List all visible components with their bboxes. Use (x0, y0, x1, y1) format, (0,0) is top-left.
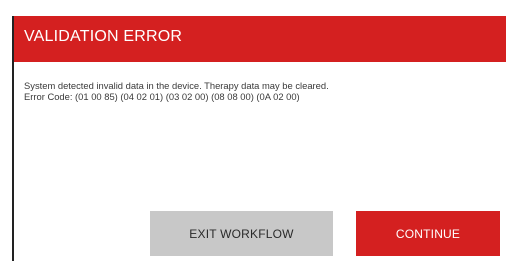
validation-error-dialog: VALIDATION ERROR System detected invalid… (12, 16, 506, 261)
error-code-line: Error Code: (01 00 85) (04 02 01) (03 02… (24, 91, 300, 102)
error-message: System detected invalid data in the devi… (24, 80, 494, 102)
dialog-titlebar: VALIDATION ERROR (14, 16, 506, 62)
dialog-title: VALIDATION ERROR (24, 28, 183, 45)
exit-workflow-button[interactable]: EXIT WORKFLOW (150, 211, 333, 256)
error-message-line: System detected invalid data in the devi… (24, 80, 329, 91)
continue-button[interactable]: CONTINUE (356, 211, 500, 256)
